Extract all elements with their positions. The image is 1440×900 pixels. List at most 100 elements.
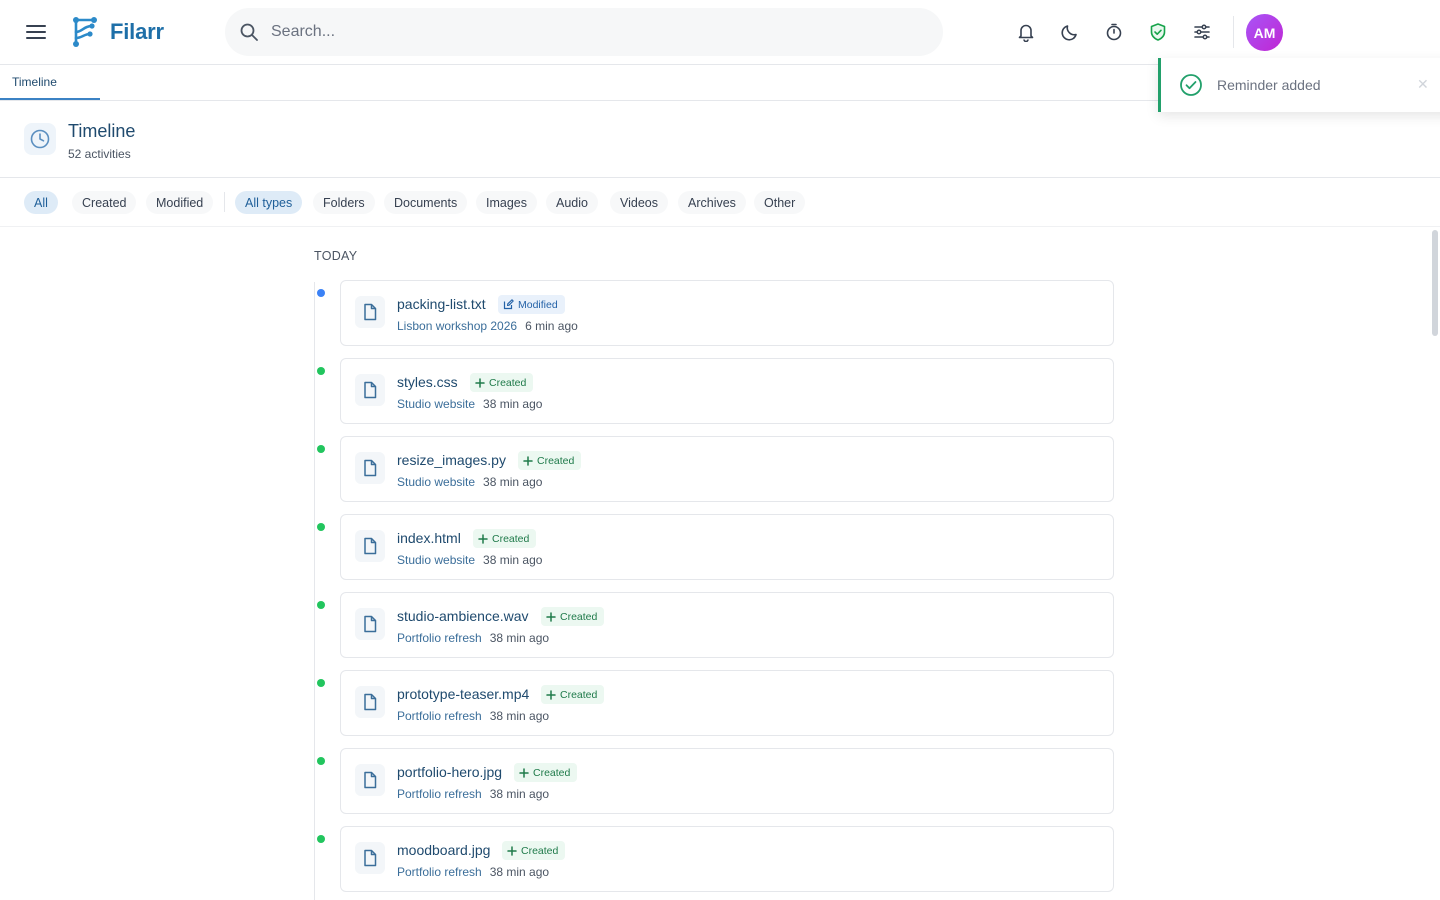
folder-name[interactable]: Portfolio refresh xyxy=(397,631,482,645)
action-badge: Created xyxy=(514,763,578,782)
file-meta: Portfolio refresh 38 min ago xyxy=(397,631,549,645)
timeline-dot xyxy=(317,523,325,531)
action-badge: Created xyxy=(473,529,537,548)
folder-name[interactable]: Portfolio refresh xyxy=(397,709,482,723)
filter-all-types[interactable]: All types xyxy=(235,191,303,214)
file-meta: Studio website 38 min ago xyxy=(397,553,542,567)
filter-created[interactable]: Created xyxy=(72,191,137,214)
action-label: Created xyxy=(521,844,559,857)
file-icon xyxy=(355,452,385,484)
close-icon[interactable]: ✕ xyxy=(1417,76,1429,93)
file-name: index.html xyxy=(397,530,461,546)
activity-card[interactable]: prototype-teaser.mp4 Created Portfolio ref… xyxy=(340,670,1114,736)
action-badge: Created xyxy=(502,841,566,860)
timeline-dot xyxy=(317,835,325,843)
file-meta: Portfolio refresh 38 min ago xyxy=(397,709,549,723)
plus-icon xyxy=(546,689,556,700)
file-name: styles.css xyxy=(397,374,458,390)
activity-card[interactable]: portfolio-hero.jpg Created Portfolio refre… xyxy=(340,748,1114,814)
timestamp: 38 min ago xyxy=(483,553,543,567)
file-name: moodboard.jpg xyxy=(397,842,491,858)
activity-card[interactable]: studio-ambience.wav Created Portfolio refr… xyxy=(340,592,1114,658)
file-icon xyxy=(355,686,385,718)
timestamp: 38 min ago xyxy=(489,709,550,723)
toast-message: Reminder added xyxy=(1217,77,1321,93)
sliders-icon[interactable] xyxy=(1190,20,1214,44)
app-name: Filarr xyxy=(110,19,164,44)
timeline-dot xyxy=(317,679,325,687)
plus-icon xyxy=(478,533,488,544)
user-avatar[interactable]: AM xyxy=(1246,14,1283,51)
file-name: studio-ambience.wav xyxy=(397,608,529,624)
timeline-dot xyxy=(317,757,325,765)
filter-modified[interactable]: Modified xyxy=(146,191,214,214)
activity-count: 52 activities xyxy=(68,147,131,161)
filter-archives[interactable]: Archives xyxy=(678,191,746,214)
timer-icon[interactable] xyxy=(1102,20,1126,44)
action-badge: Modified xyxy=(498,295,565,314)
check-circle-icon xyxy=(1180,74,1202,96)
file-icon xyxy=(355,296,385,328)
action-badge: Created xyxy=(541,685,605,704)
filter-bar: All Created Modified All types Folders D… xyxy=(0,178,1440,227)
folder-name[interactable]: Portfolio refresh xyxy=(397,865,482,879)
moon-icon[interactable] xyxy=(1058,20,1082,44)
timeline-line xyxy=(314,282,315,900)
plus-icon xyxy=(546,611,556,622)
folder-name[interactable]: Studio website xyxy=(397,475,475,489)
timeline-dot xyxy=(317,289,325,297)
filter-images[interactable]: Images xyxy=(476,191,537,214)
file-icon xyxy=(355,764,385,796)
file-name: resize_images.py xyxy=(397,452,506,468)
action-badge: Created xyxy=(470,373,534,392)
action-label: Created xyxy=(492,532,530,545)
folder-name[interactable]: Portfolio refresh xyxy=(397,787,482,801)
filter-other[interactable]: Other xyxy=(754,191,806,214)
folder-name[interactable]: Studio website xyxy=(397,397,475,411)
search-bar[interactable] xyxy=(225,8,943,56)
activity-card[interactable]: resize_images.py Created Studio website 38 … xyxy=(340,436,1114,502)
file-icon xyxy=(355,842,385,874)
scrollbar-thumb[interactable] xyxy=(1432,230,1438,336)
menu-icon[interactable] xyxy=(24,20,48,44)
clock-icon xyxy=(24,123,56,155)
file-icon xyxy=(355,530,385,562)
file-meta: Lisbon workshop 2026 6 min ago xyxy=(397,319,578,333)
activity-card[interactable]: styles.css Created Studio website 38 min ag… xyxy=(340,358,1114,424)
filter-audio[interactable]: Audio xyxy=(546,191,598,214)
edit-icon xyxy=(503,299,514,310)
file-name: portfolio-hero.jpg xyxy=(397,764,503,780)
search-input[interactable] xyxy=(271,23,871,41)
plus-icon xyxy=(519,767,529,778)
search-icon xyxy=(240,23,258,41)
page-title: Timeline xyxy=(68,121,136,141)
file-icon xyxy=(355,608,385,640)
action-label: Created xyxy=(533,766,571,779)
filter-videos[interactable]: Videos xyxy=(610,191,668,214)
action-label: Created xyxy=(489,376,527,389)
folder-name[interactable]: Lisbon workshop 2026 xyxy=(397,319,517,333)
section-label-today: TODAY xyxy=(314,249,358,263)
timestamp: 38 min ago xyxy=(489,865,550,879)
activity-card[interactable]: moodboard.jpg Created Portfolio refresh 38 … xyxy=(340,826,1114,892)
shield-check-icon[interactable] xyxy=(1146,20,1170,44)
bell-icon[interactable] xyxy=(1014,20,1038,44)
activity-card[interactable]: index.html Created Studio website 38 min ag… xyxy=(340,514,1114,580)
filter-all[interactable]: All xyxy=(24,191,58,214)
timestamp: 38 min ago xyxy=(489,631,550,645)
folder-name[interactable]: Studio website xyxy=(397,553,475,567)
logo-icon xyxy=(73,17,97,47)
timestamp: 6 min ago xyxy=(525,319,578,333)
app-logo[interactable]: Filarr xyxy=(70,14,164,50)
plus-icon xyxy=(507,845,517,856)
plus-icon xyxy=(475,377,485,388)
tab-timeline[interactable]: Timeline xyxy=(0,65,100,100)
file-name: prototype-teaser.mp4 xyxy=(397,686,530,702)
file-name: packing-list.txt xyxy=(397,296,486,312)
filter-documents[interactable]: Documents xyxy=(384,191,468,214)
activity-card[interactable]: packing-list.txt Modified Lisbon workshop … xyxy=(340,280,1114,346)
filter-folders[interactable]: Folders xyxy=(313,191,375,214)
timeline-dot xyxy=(317,445,325,453)
action-label: Modified xyxy=(518,298,558,311)
plus-icon xyxy=(523,455,533,466)
